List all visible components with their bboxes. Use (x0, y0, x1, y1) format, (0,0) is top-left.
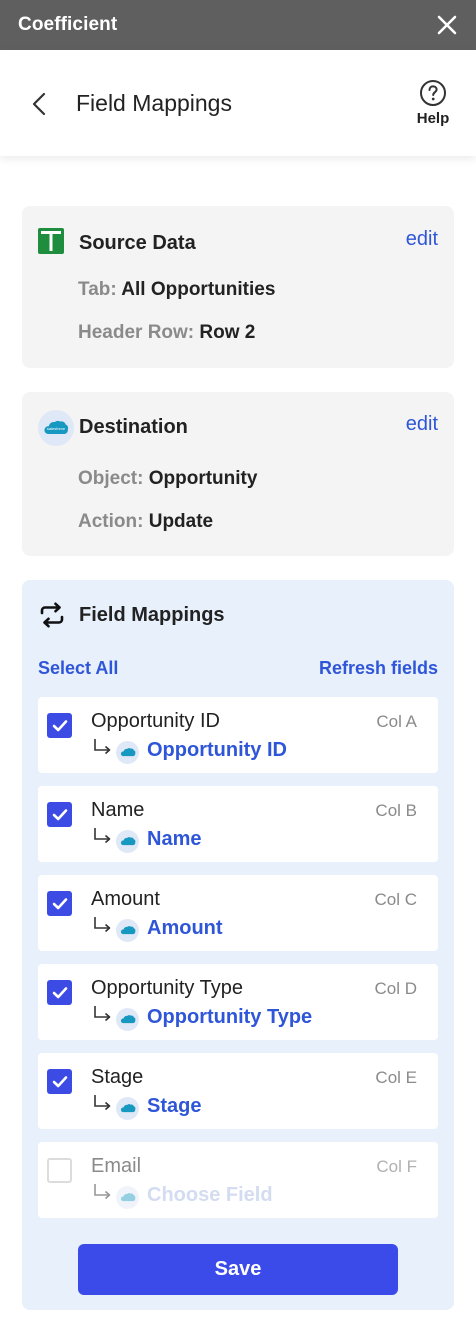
select-all-link[interactable]: Select All (38, 658, 118, 679)
chevron-left-icon[interactable] (26, 90, 52, 118)
check-icon (52, 897, 67, 909)
refresh-fields-link[interactable]: Refresh fields (319, 658, 438, 679)
salesforce-icon (116, 1097, 139, 1120)
source-header-row-key: Header Row: (78, 322, 195, 343)
destination-action-line: Action: Update (78, 511, 213, 533)
field-mappings-card: Field Mappings Select All Refresh fields… (22, 580, 454, 1310)
check-icon (52, 808, 67, 820)
source-tab-key: Tab: (78, 279, 117, 300)
help-button[interactable]: Help (410, 79, 456, 127)
source-tab-value: All Opportunities (121, 279, 276, 300)
field-checkbox[interactable] (47, 802, 72, 827)
field-checkbox[interactable] (47, 713, 72, 738)
help-circle-icon (420, 80, 446, 106)
source-column-label: Col D (374, 979, 417, 998)
source-field-name: Opportunity Type (91, 977, 243, 999)
subdirectory-arrow-right-icon (94, 1184, 111, 1200)
salesforce-icon (116, 919, 139, 942)
subdirectory-arrow-right-icon (94, 1095, 111, 1111)
google-sheets-icon (38, 228, 64, 254)
help-label: Help (416, 110, 450, 127)
destination-field-selector[interactable]: Stage (147, 1095, 201, 1118)
subdirectory-arrow-right-icon (94, 739, 111, 755)
app-title: Coefficient (18, 14, 118, 35)
destination-field-selector[interactable]: Name (147, 828, 201, 851)
destination-field-selector[interactable]: Amount (147, 917, 223, 940)
sync-arrows-icon (40, 602, 64, 628)
field-checkbox[interactable] (47, 891, 72, 916)
salesforce-icon (116, 1186, 139, 1209)
close-icon[interactable] (432, 10, 462, 40)
mapping-row: Amount Col C Amount (38, 875, 438, 951)
salesforce-icon (116, 830, 139, 853)
source-column-label: Col C (374, 890, 417, 909)
destination-edit-link[interactable]: edit (406, 413, 438, 436)
source-field-name: Name (91, 799, 145, 821)
source-tab-line: Tab: All Opportunities (78, 279, 275, 301)
subdirectory-arrow-right-icon (94, 828, 111, 844)
save-button[interactable]: Save (78, 1244, 398, 1295)
source-edit-link[interactable]: edit (406, 228, 438, 251)
field-checkbox[interactable] (47, 980, 72, 1005)
salesforce-icon: salesforce (38, 410, 74, 446)
destination-action-value: Update (148, 511, 214, 532)
check-icon (52, 1075, 67, 1087)
source-field-name: Email (91, 1155, 142, 1177)
destination-field-selector[interactable]: Choose Field (147, 1184, 273, 1207)
source-data-title: Source Data (79, 232, 196, 254)
source-field-name: Opportunity ID (91, 710, 220, 732)
source-column-label: Col F (376, 1157, 417, 1176)
mapping-row: Email Col F Choose Field (38, 1142, 438, 1218)
source-header-row-value: Row 2 (199, 322, 256, 343)
source-column-label: Col E (375, 1068, 417, 1087)
destination-card: salesforce Destination edit Object: Oppo… (22, 392, 454, 556)
destination-object-key: Object: (78, 468, 144, 489)
mapping-row: Stage Col E Stage (38, 1053, 438, 1129)
field-mappings-title: Field Mappings (79, 604, 225, 626)
destination-field-selector[interactable]: Opportunity Type (147, 1006, 312, 1029)
source-field-name: Amount (91, 888, 160, 910)
source-data-card: Source Data edit Tab: All Opportunities … (22, 206, 454, 368)
destination-action-key: Action: (78, 511, 144, 532)
subdirectory-arrow-right-icon (94, 1006, 111, 1022)
check-icon (52, 719, 67, 731)
check-icon (52, 986, 67, 998)
mapping-row: Opportunity Type Col D Opportunity Type (38, 964, 438, 1040)
salesforce-icon (116, 741, 139, 764)
destination-object-value: Opportunity (148, 468, 258, 489)
svg-text:salesforce: salesforce (47, 426, 66, 431)
source-column-label: Col A (376, 712, 417, 731)
field-checkbox[interactable] (47, 1158, 72, 1183)
mapping-row: Opportunity ID Col A Opportunity ID (38, 697, 438, 773)
source-column-label: Col B (375, 801, 417, 820)
destination-field-selector[interactable]: Opportunity ID (147, 739, 287, 762)
mapping-row: Name Col B Name (38, 786, 438, 862)
salesforce-icon (116, 1008, 139, 1031)
destination-title: Destination (79, 416, 188, 438)
subdirectory-arrow-right-icon (94, 917, 111, 933)
page-title: Field Mappings (76, 90, 232, 116)
destination-object-line: Object: Opportunity (78, 468, 257, 490)
field-checkbox[interactable] (47, 1069, 72, 1094)
source-header-row-line: Header Row: Row 2 (78, 322, 255, 344)
page-header: Field Mappings Help (0, 50, 476, 156)
app-titlebar: Coefficient (0, 0, 476, 50)
source-field-name: Stage (91, 1066, 144, 1088)
